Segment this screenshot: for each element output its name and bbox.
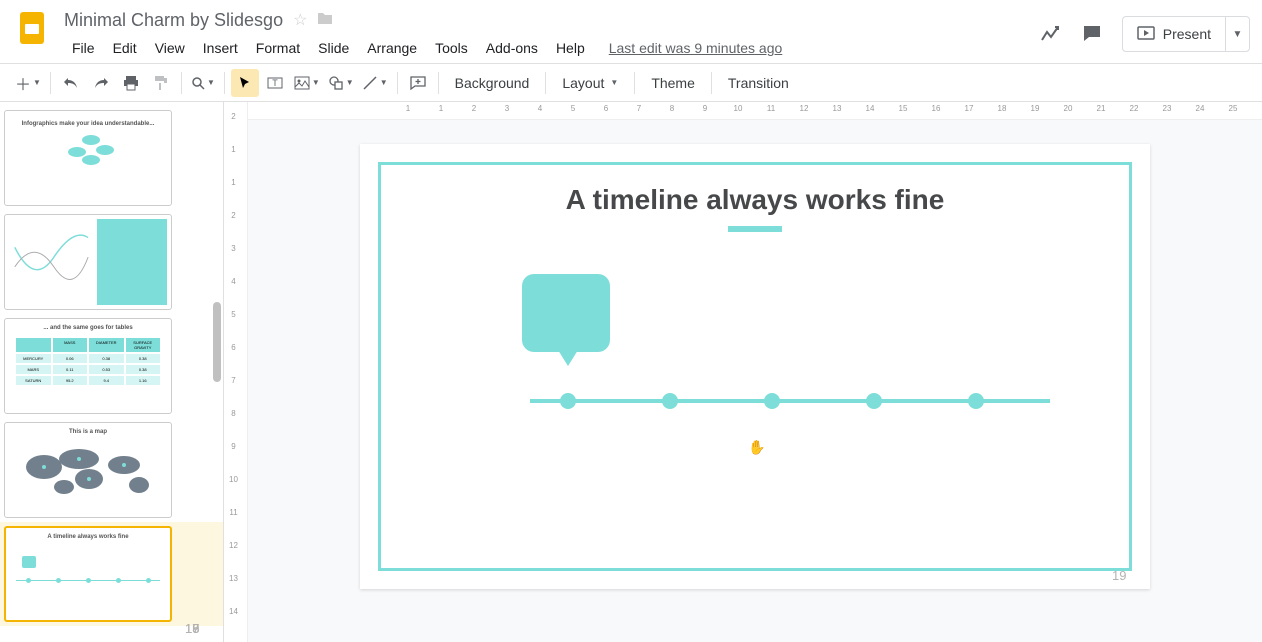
svg-text:T: T <box>272 78 278 88</box>
thumb-caption: A timeline always works fine <box>6 528 170 540</box>
vertical-ruler: 211234567891011121314 <box>224 102 248 642</box>
separator <box>224 72 225 94</box>
speech-bubble[interactable] <box>522 274 610 352</box>
new-slide-button[interactable]: ＋▼ <box>12 69 44 97</box>
move-folder-icon[interactable] <box>317 11 333 30</box>
last-edit-link[interactable]: Last edit was 9 minutes ago <box>609 40 783 56</box>
thumb-caption: ... and the same goes for tables <box>5 319 171 331</box>
menu-addons[interactable]: Add-ons <box>478 36 546 60</box>
transition-button[interactable]: Transition <box>718 69 799 97</box>
slide-thumb-18[interactable]: 18 This is a map <box>0 418 223 522</box>
timeline-dot[interactable] <box>662 393 678 409</box>
menu-format[interactable]: Format <box>248 36 308 60</box>
timeline-dot[interactable] <box>866 393 882 409</box>
title-underline <box>728 226 782 232</box>
thumb-caption: Infographics make your idea understandab… <box>22 115 155 127</box>
separator <box>711 72 712 94</box>
separator <box>181 72 182 94</box>
cursor-icon: ✋ <box>748 440 765 456</box>
menu-help[interactable]: Help <box>548 36 593 60</box>
thumb-table: MASSDIAMETERSURFACE GRAVITY MERCURY0.060… <box>15 337 161 386</box>
slide-page-number: 19 <box>1112 566 1140 583</box>
menu-view[interactable]: View <box>147 36 193 60</box>
separator <box>545 72 546 94</box>
redo-button[interactable] <box>87 69 115 97</box>
slide-thumb-19[interactable]: 19 A timeline always works fine <box>0 522 223 626</box>
print-button[interactable] <box>117 69 145 97</box>
undo-button[interactable] <box>57 69 85 97</box>
explore-icon[interactable] <box>1038 22 1062 46</box>
line-tool[interactable]: ▼ <box>359 69 391 97</box>
separator <box>397 72 398 94</box>
document-title[interactable]: Minimal Charm by Slidesgo <box>64 10 283 31</box>
timeline-dot[interactable] <box>968 393 984 409</box>
main-area: Infographics make your idea understandab… <box>0 102 1262 642</box>
slide-thumb-15[interactable]: Infographics make your idea understandab… <box>0 106 223 210</box>
menu-file[interactable]: File <box>64 36 103 60</box>
separator <box>634 72 635 94</box>
filmstrip[interactable]: Infographics make your idea understandab… <box>0 102 224 642</box>
select-tool[interactable] <box>231 69 259 97</box>
layout-label: Layout <box>562 75 604 91</box>
menu-slide[interactable]: Slide <box>310 36 357 60</box>
title-area: Minimal Charm by Slidesgo ☆ File Edit Vi… <box>64 8 1038 60</box>
present-label: Present <box>1163 26 1211 42</box>
theme-button[interactable]: Theme <box>641 69 705 97</box>
comments-icon[interactable] <box>1080 22 1104 46</box>
canvas-background[interactable]: A timeline always works fine 19 ✋ <box>248 120 1262 642</box>
slide-number: 19 <box>185 619 213 636</box>
paint-format-button[interactable] <box>147 69 175 97</box>
background-button[interactable]: Background <box>445 69 540 97</box>
separator <box>50 72 51 94</box>
zoom-button[interactable]: ▼ <box>188 69 218 97</box>
toolbar: ＋▼ ▼ T ▼ ▼ ▼ Background Layout▼ Theme Tr… <box>0 64 1262 102</box>
slides-logo[interactable] <box>12 8 52 48</box>
slide-thumb-16[interactable]: 16 <box>0 210 223 314</box>
thumb-caption: This is a map <box>5 423 171 435</box>
header-actions: Present ▼ <box>1038 8 1250 52</box>
slide-border <box>378 162 1132 571</box>
slide-canvas[interactable]: A timeline always works fine 19 <box>360 144 1150 589</box>
menu-insert[interactable]: Insert <box>195 36 246 60</box>
menu-tools[interactable]: Tools <box>427 36 476 60</box>
menu-arrange[interactable]: Arrange <box>359 36 425 60</box>
timeline-dot[interactable] <box>560 393 576 409</box>
separator <box>438 72 439 94</box>
menu-bar: File Edit View Insert Format Slide Arran… <box>64 36 1038 60</box>
menu-edit[interactable]: Edit <box>105 36 145 60</box>
present-dropdown[interactable]: ▼ <box>1225 17 1249 51</box>
add-comment-button[interactable] <box>404 69 432 97</box>
textbox-tool[interactable]: T <box>261 69 289 97</box>
slide-title[interactable]: A timeline always works fine <box>360 184 1150 216</box>
app-header: Minimal Charm by Slidesgo ☆ File Edit Vi… <box>0 0 1262 64</box>
slide-thumb-17[interactable]: 17 ... and the same goes for tables MASS… <box>0 314 223 418</box>
present-button-group: Present ▼ <box>1122 16 1250 52</box>
layout-button[interactable]: Layout▼ <box>552 69 628 97</box>
filmstrip-scrollbar[interactable] <box>213 302 221 382</box>
star-icon[interactable]: ☆ <box>293 10 307 30</box>
canvas-area: 1123456789101112131415161718192021222324… <box>248 102 1262 642</box>
shape-tool[interactable]: ▼ <box>325 69 357 97</box>
present-button[interactable]: Present <box>1123 17 1225 51</box>
horizontal-ruler: 1123456789101112131415161718192021222324… <box>248 102 1262 120</box>
timeline-dot[interactable] <box>764 393 780 409</box>
image-tool[interactable]: ▼ <box>291 69 323 97</box>
